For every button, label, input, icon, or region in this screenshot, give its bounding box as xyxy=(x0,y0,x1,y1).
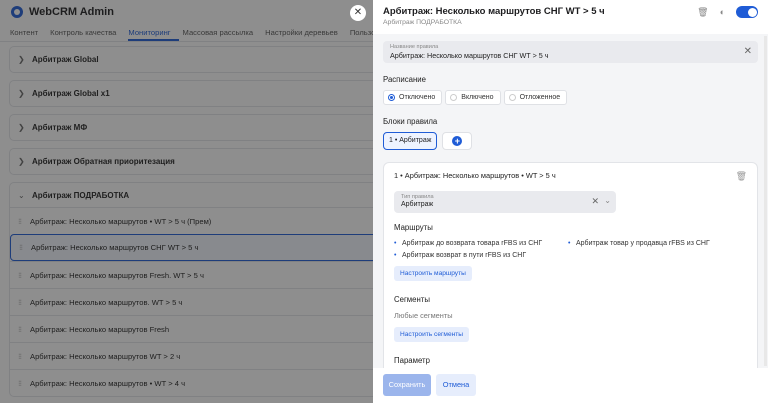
scrollbar[interactable] xyxy=(764,36,767,366)
route-item: • Арбитраж возврат в пути rFBS из СНГ xyxy=(394,252,527,259)
schedule-radio-group: Отключено Включено Отложенное xyxy=(383,90,758,105)
rule-name-field[interactable]: Название правила Арбитраж: Несколько мар… xyxy=(383,41,758,63)
cancel-button[interactable]: Отмена xyxy=(436,374,476,396)
field-label: Название правила xyxy=(390,44,439,50)
route-item: • Арбитраж товар у продавца rFBS из СНГ xyxy=(568,240,710,247)
routes-list: • Арбитраж до возврата товара rFBS из СНГ… xyxy=(394,240,747,264)
drawer-subtitle: Арбитраж ПОДРАБОТКА xyxy=(383,19,462,26)
schedule-label: Расписание xyxy=(383,75,426,84)
radio-disabled[interactable]: Отключено xyxy=(383,90,443,105)
drawer-footer: Сохранить Отмена xyxy=(373,368,768,403)
chevron-down-icon[interactable]: ⌄ xyxy=(604,196,611,205)
radio-label: Отключено xyxy=(399,94,436,101)
configure-segments-button[interactable]: Настроить сегменты xyxy=(394,327,470,342)
radio-dot xyxy=(508,94,516,101)
history-icon[interactable]: ◐ xyxy=(720,7,725,17)
parameter-label: Параметр xyxy=(394,356,430,365)
field-value: Арбитраж xyxy=(401,201,434,208)
radio-dot xyxy=(388,94,395,101)
radio-label: Отложенное xyxy=(519,94,561,101)
routes-column: • Арбитраж до возврата товара rFBS из СНГ… xyxy=(394,240,568,264)
close-drawer-button[interactable]: ✕ xyxy=(350,5,366,21)
segments-label: Сегменты xyxy=(394,295,430,304)
drawer-header: Арбитраж: Несколько маршрутов СНГ WT > 5… xyxy=(373,0,768,30)
radio-dot xyxy=(450,94,458,101)
trash-icon[interactable]: 🗑 xyxy=(697,7,708,18)
segments-value: Любые сегменты xyxy=(394,311,453,320)
block-tab[interactable]: 1 • Арбитраж xyxy=(383,132,438,150)
block-card: 1 • Арбитраж: Несколько маршрутов • WT >… xyxy=(383,162,758,368)
field-label: Тип правила xyxy=(401,194,434,200)
radio-delayed[interactable]: Отложенное xyxy=(503,90,568,105)
rule-type-select[interactable]: Тип правила Арбитраж ✕ ⌄ xyxy=(394,191,616,213)
trash-icon[interactable]: 🗑 xyxy=(736,171,747,182)
clear-icon[interactable]: ✕ xyxy=(591,196,599,207)
configure-routes-button[interactable]: Настроить маршруты xyxy=(394,266,472,281)
drawer-body: Название правила Арбитраж: Несколько мар… xyxy=(373,34,768,368)
clear-icon[interactable]: ✕ xyxy=(744,46,752,57)
field-value[interactable]: Арбитраж: Несколько маршрутов СНГ WT > 5… xyxy=(390,51,751,60)
rule-active-toggle[interactable] xyxy=(736,6,758,18)
drawer-actions: 🗑 ◐ xyxy=(686,6,758,18)
radio-label: Включено xyxy=(461,94,494,101)
routes-label: Маршруты xyxy=(394,223,433,232)
add-block-button[interactable]: + xyxy=(442,132,473,150)
route-item: • Арбитраж до возврата товара rFBS из СНГ xyxy=(394,240,543,247)
routes-column: • Арбитраж товар у продавца rFBS из СНГ xyxy=(568,240,742,264)
block-title: 1 • Арбитраж: Несколько маршрутов • WT >… xyxy=(394,171,556,180)
rule-drawer: Арбитраж: Несколько маршрутов СНГ WT > 5… xyxy=(373,0,768,403)
blocks-tabs: 1 • Арбитраж + xyxy=(383,132,758,150)
radio-enabled[interactable]: Включено xyxy=(445,90,501,105)
blocks-label: Блоки правила xyxy=(383,117,438,126)
save-button[interactable]: Сохранить xyxy=(383,374,431,396)
plus-icon: + xyxy=(452,136,463,146)
